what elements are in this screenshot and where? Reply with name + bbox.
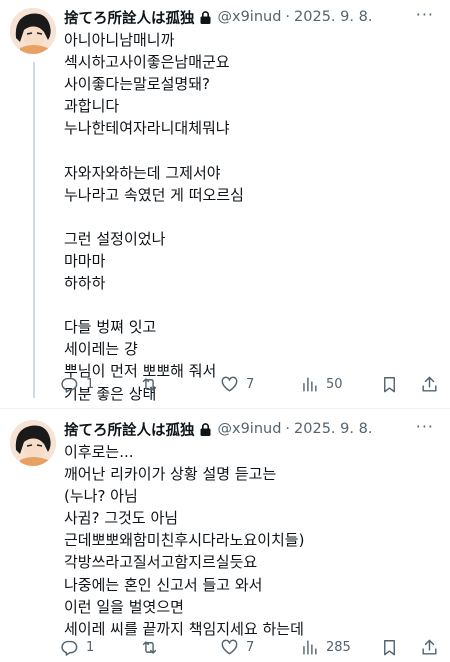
retweet-button[interactable] [140,638,166,657]
tweet-text-line: (누나? 아님 [64,487,138,506]
views-count: 285 [326,640,351,655]
like-count: 7 [246,640,255,655]
reply-button[interactable]: 1 [60,375,94,394]
tweet-text: 이후로는... 깨어난 리카이가 상황 설명 듣고는 (누나? 아님 사귐? 그… [64,441,442,640]
tweet-text-line: 깨어난 리카이가 상황 설명 듣고는 [64,465,277,484]
tweet-text-line: 다들 벙쪄 잇고 [64,318,157,337]
tweet-text-line: 마마마 [64,251,106,270]
views-icon [303,640,317,655]
avatar[interactable] [10,8,56,54]
retweet-icon [142,378,157,391]
share-icon [422,639,437,655]
tweet-text-line: 각방쓰라고질서고함지르실듯요 [64,553,258,572]
bookmark-icon [384,640,395,656]
retweet-button[interactable] [140,375,166,394]
more-icon[interactable]: ··· [416,5,434,24]
reply-count: 1 [86,640,95,655]
avatar-image [10,420,56,466]
author-name[interactable]: 捨てろ所詮人は孤独 [64,419,195,440]
avatar[interactable] [10,420,56,466]
tweet-header: 捨てろ所詮人は孤独 @x9inud · 2025. 9. 8. [64,6,450,28]
tweet-text-line: 하하하 [64,274,106,293]
thread-connector-line [33,62,35,398]
tweet-text-line: 그런 설정이었나 [64,229,166,248]
reply-icon [61,377,78,393]
share-button[interactable] [420,375,439,394]
like-count: 7 [246,377,255,392]
tweet-text-line: 이후로는... [64,443,134,461]
reply-count: 1 [86,377,95,392]
tweet-text-line: 사이좋다는말로설명돼? [64,75,210,94]
retweet-icon [142,641,157,654]
action-bar: 1 7 285 [60,638,444,662]
views-count: 50 [326,377,343,392]
views-button[interactable]: 50 [300,375,343,394]
tweet-date[interactable]: 2025. 9. 8. [294,9,372,25]
action-bar: 1 7 50 [60,375,444,399]
tweet-1[interactable]: 捨てろ所詮人は孤独 @x9inud · 2025. 9. 8. ··· 아니아니… [0,0,450,403]
like-icon [221,639,238,655]
tweet-text-line: 아니아니남매니까 [64,31,175,49]
lock-icon [199,422,212,437]
bookmark-button[interactable] [380,638,399,657]
tweet-2[interactable]: 捨てろ所詮人は孤独 @x9inud · 2025. 9. 8. ··· 이후로는… [0,410,450,656]
tweet-text-line: 사귐? 그것도 아님 [64,509,179,528]
share-icon [422,376,437,392]
tweet-text-line: 나중에는 혼인 신고서 들고 와서 [64,575,263,594]
tweet-text-line: 이런 일을 벌엿으면 [64,597,184,616]
tweet-text-line: 근데뽀뽀왜함미친후시다라노요이치들) [64,531,305,550]
share-button[interactable] [420,638,439,657]
tweet-text-line: 누나한테여자라니대체뭐냐 [64,119,230,138]
like-button[interactable]: 7 [220,375,254,394]
bookmark-button[interactable] [380,375,399,394]
views-button[interactable]: 285 [300,638,351,657]
reply-button[interactable]: 1 [60,638,94,657]
tweet-text-line: 세이레 씨를 끝까지 책임지세요 하는데 [64,619,304,638]
avatar-image [10,8,56,54]
tweet-date[interactable]: 2025. 9. 8. [294,421,372,437]
like-icon [221,376,238,392]
tweet-text-line: 섹시하고사이좋은남매군요 [64,53,230,72]
tweet-text-line: 누나라고 속였던 게 떠오르심 [64,185,244,204]
tweet-text-line: 과합니다 [64,97,120,116]
tweet-text-line: 자와자와하는데 그제서야 [64,163,221,182]
like-button[interactable]: 7 [220,638,254,657]
separator-dot: · [285,9,291,25]
lock-icon [199,10,212,25]
author-handle[interactable]: @x9inud [218,9,282,25]
tweet-text: 아니아니남매니까 섹시하고사이좋은남매군요 사이좋다는말로설명돼? 과합니다 누… [64,29,442,405]
author-name[interactable]: 捨てろ所詮人は孤独 [64,7,195,28]
reply-icon [61,640,78,656]
separator-dot: · [285,421,291,437]
author-handle[interactable]: @x9inud [218,421,282,437]
tweet-header: 捨てろ所詮人は孤独 @x9inud · 2025. 9. 8. [64,418,450,440]
bookmark-icon [384,377,395,393]
tweet-text-line: 세이레는 걍 [64,340,138,359]
more-icon[interactable]: ··· [416,417,434,436]
tweet-divider [0,408,450,409]
views-icon [303,377,317,392]
